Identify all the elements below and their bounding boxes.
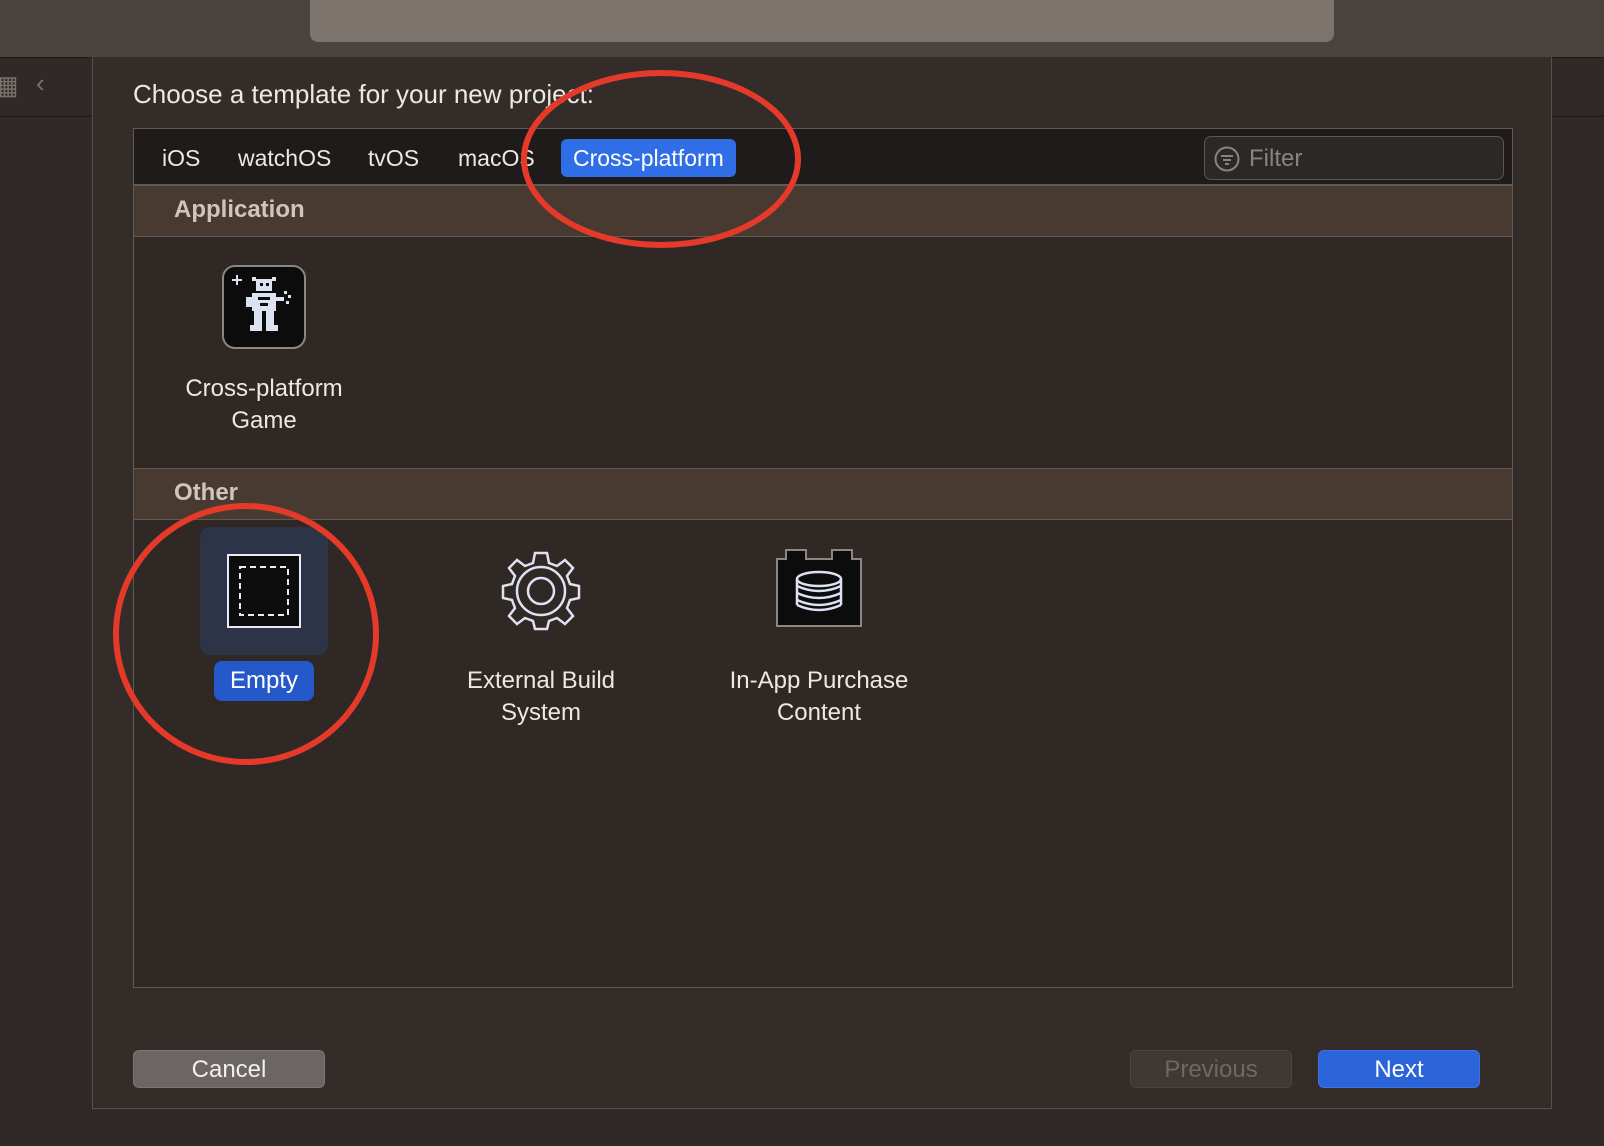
tab-macos[interactable]: macOS [446,139,547,177]
platform-tabbar: iOS watchOS tvOS macOS Cross-platform [134,129,1512,185]
grid-icon: ▦ [0,70,19,100]
filter-input[interactable] [1247,140,1491,178]
next-button[interactable]: Next [1318,1050,1480,1088]
previous-button[interactable]: Previous [1130,1050,1292,1088]
template-cross-platform-game[interactable]: Cross-platform Game [164,265,364,465]
dialog-prompt: Choose a template for your new project: [133,79,595,109]
filter-field[interactable] [1204,136,1504,180]
template-label: Cross-platform Game [185,375,343,434]
empty-dashed-square-icon [227,554,301,628]
tab-ios[interactable]: iOS [150,139,212,177]
background-toolbar-right [1552,58,1604,117]
template-label: Empty [214,661,314,701]
selection-highlight [200,527,328,655]
section-title: Application [174,196,305,223]
template-label: In-App Purchase Content [729,667,909,726]
tab-watchos[interactable]: watchOS [226,139,343,177]
background-toolbar: ▦ ‹ [0,58,92,117]
tab-cross-platform[interactable]: Cross-platform [561,139,736,177]
activity-view [310,0,1334,42]
section-title: Other [174,479,239,506]
section-header-other: Other [134,468,1512,520]
chevron-left-icon: ‹ [36,68,45,98]
gear-icon [501,551,581,631]
coin-stack-icon [776,549,862,627]
template-external-build-system[interactable]: External Build System [441,527,641,727]
filter-icon [1214,146,1240,172]
template-empty[interactable]: Empty [164,527,364,707]
game-sprite-icon [222,265,306,349]
section-header-application: Application [134,185,1512,237]
window-titlebar [0,0,1604,58]
new-project-sheet: Choose a template for your new project: … [92,57,1552,1109]
tab-tvos[interactable]: tvOS [356,139,431,177]
cancel-button[interactable]: Cancel [133,1050,325,1088]
template-in-app-purchase-content[interactable]: In-App Purchase Content [719,527,919,727]
template-panel: iOS watchOS tvOS macOS Cross-platform Ap… [133,128,1513,988]
template-label: External Build System [466,667,616,726]
